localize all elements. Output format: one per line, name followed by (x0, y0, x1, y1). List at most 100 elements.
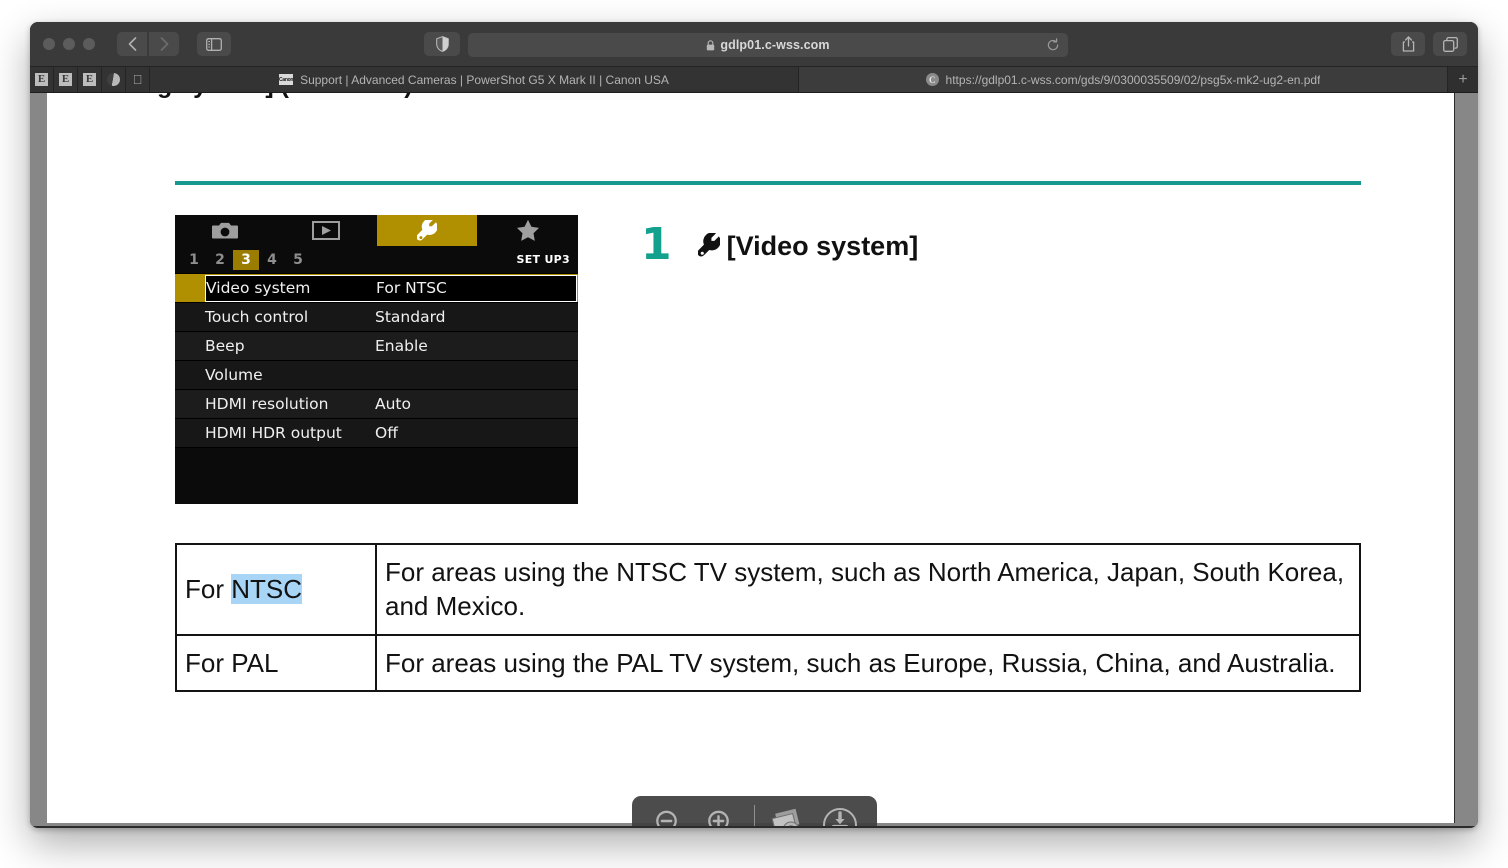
menu-row-value: For NTSC (376, 279, 447, 297)
star-icon (516, 219, 539, 241)
pdf-viewer[interactable]: g system] (For NTSC) (30, 93, 1478, 826)
camera-menu-graphic: 1 2 3 4 5 SET UP3 Video system For NTSC … (175, 215, 578, 504)
toolbar-right-group (1391, 32, 1467, 56)
tab-title: https://gdlp01.c-wss.com/gds/9/030003550… (945, 72, 1321, 87)
sidebar-toggle-button[interactable] (197, 32, 231, 56)
browser-window: gdlp01.c-wss.com E E E Canon Support | A… (30, 22, 1478, 828)
back-button[interactable] (117, 32, 147, 56)
tab-title: Support | Advanced Cameras | PowerShot G… (300, 72, 669, 87)
address-text: gdlp01.c-wss.com (720, 38, 830, 52)
menu-row-volume: Volume (175, 361, 578, 390)
tab-bar: E E E  Canon Support | Advanced Cameras… (30, 67, 1478, 93)
page-number-1: 1 (189, 251, 199, 268)
apple-logo-icon:  (133, 73, 143, 86)
favicon-e-icon: E (83, 73, 96, 86)
step-heading: 1 [Video system] (641, 223, 918, 267)
reload-icon (1047, 38, 1059, 51)
pinned-tab-1[interactable]: E (30, 67, 54, 92)
download-button[interactable] (817, 802, 863, 826)
menu-row-value: Off (375, 424, 398, 442)
mymenu-tab (477, 215, 578, 246)
back-chevron-icon (128, 37, 136, 51)
zoom-out-icon (656, 810, 677, 826)
preview-app-icon (771, 808, 800, 826)
tab-overview-icon (1442, 36, 1458, 52)
video-system-options-table: For NTSC For areas using the NTSC TV sys… (175, 543, 1361, 692)
section-divider-rule (175, 181, 1361, 185)
menu-row-value: Auto (375, 395, 411, 413)
dark-circle-icon (107, 73, 120, 86)
tab-pdf-document[interactable]: C https://gdlp01.c-wss.com/gds/9/0300035… (799, 67, 1448, 92)
zoom-out-button[interactable] (646, 802, 692, 826)
table-row: For PAL For areas using the PAL TV syste… (175, 633, 1361, 692)
lock-icon (706, 39, 715, 51)
page-number-4: 4 (267, 251, 277, 268)
step-number: 1 (641, 219, 672, 270)
tab-overview-button[interactable] (1433, 32, 1467, 56)
pdf-floating-toolbar (632, 796, 877, 826)
step-label: [Video system] (697, 231, 918, 262)
term-prefix: For (185, 574, 232, 605)
privacy-shield-icon (435, 36, 449, 52)
browser-toolbar: gdlp01.c-wss.com (30, 22, 1478, 67)
page-number-5: 5 (293, 251, 303, 268)
address-bar[interactable]: gdlp01.c-wss.com (468, 33, 1068, 57)
menu-row-label: Volume (205, 366, 263, 384)
menu-row-hdmi-resolution: HDMI resolution Auto (175, 390, 578, 419)
zoom-in-icon (708, 810, 729, 826)
pinned-tab-5[interactable]:  (126, 67, 150, 92)
menu-row-video-system: Video system For NTSC (175, 274, 578, 303)
table-cell-term: For PAL (175, 633, 377, 692)
menu-row-touch-control: Touch control Standard (175, 303, 578, 332)
pinned-tab-2[interactable]: E (54, 67, 78, 92)
navigation-buttons (117, 32, 179, 56)
playback-icon (312, 221, 341, 240)
page-number-2: 2 (215, 251, 225, 268)
forward-button[interactable] (149, 32, 179, 56)
forward-chevron-icon (160, 37, 168, 51)
menu-row-label: HDMI resolution (205, 395, 329, 413)
camera-menu-pages: 1 2 3 4 5 SET UP3 (175, 246, 578, 274)
page-heading-clipped: g system] (For NTSC) (157, 93, 413, 100)
menu-blank-area (175, 448, 578, 504)
setup-tab (376, 215, 478, 246)
open-in-preview-button[interactable] (765, 802, 811, 826)
pinned-tab-3[interactable]: E (78, 67, 102, 92)
camera-icon (212, 222, 239, 239)
page-number-3: 3 (233, 249, 259, 270)
wrench-icon (416, 219, 437, 241)
share-icon (1402, 36, 1414, 52)
table-row: For NTSC For areas using the NTSC TV sys… (175, 543, 1361, 636)
tab-canon-support[interactable]: Canon Support | Advanced Cameras | Power… (150, 67, 799, 92)
pdf-page: g system] (For NTSC) (47, 93, 1455, 823)
reload-button[interactable] (1045, 37, 1061, 53)
close-button[interactable] (43, 38, 55, 50)
share-button[interactable] (1391, 32, 1425, 56)
maximize-button[interactable] (83, 38, 95, 50)
wrench-icon (697, 233, 720, 259)
table-cell-term: For NTSC (175, 543, 377, 636)
minimize-button[interactable] (63, 38, 75, 50)
pdf-favicon-icon: C (925, 73, 939, 86)
favicon-e-icon: E (35, 73, 48, 86)
canon-favicon-icon: Canon (279, 74, 293, 85)
privacy-report-button[interactable] (424, 32, 460, 56)
menu-row-value: Standard (375, 308, 446, 326)
sidebar-icon (206, 37, 222, 51)
term-prefix: For PAL (185, 647, 279, 678)
camera-menu-tabs (175, 215, 578, 246)
menu-row-beep: Beep Enable (175, 332, 578, 361)
pinned-tab-4[interactable] (102, 67, 126, 92)
toolbar-divider (754, 805, 755, 826)
menu-row-label: Touch control (205, 308, 309, 326)
term-highlight: NTSC (231, 574, 303, 605)
zoom-in-button[interactable] (698, 802, 744, 826)
new-tab-button[interactable]: + (1448, 67, 1478, 92)
download-icon (823, 808, 857, 826)
window-controls (43, 38, 95, 50)
menu-row-hdmi-hdr-output: HDMI HDR output Off (175, 419, 578, 448)
menu-row-label: HDMI HDR output (205, 424, 342, 442)
menu-row-label: Video system (206, 279, 311, 297)
shooting-tab (175, 215, 276, 246)
favicon-e-icon: E (59, 73, 72, 86)
